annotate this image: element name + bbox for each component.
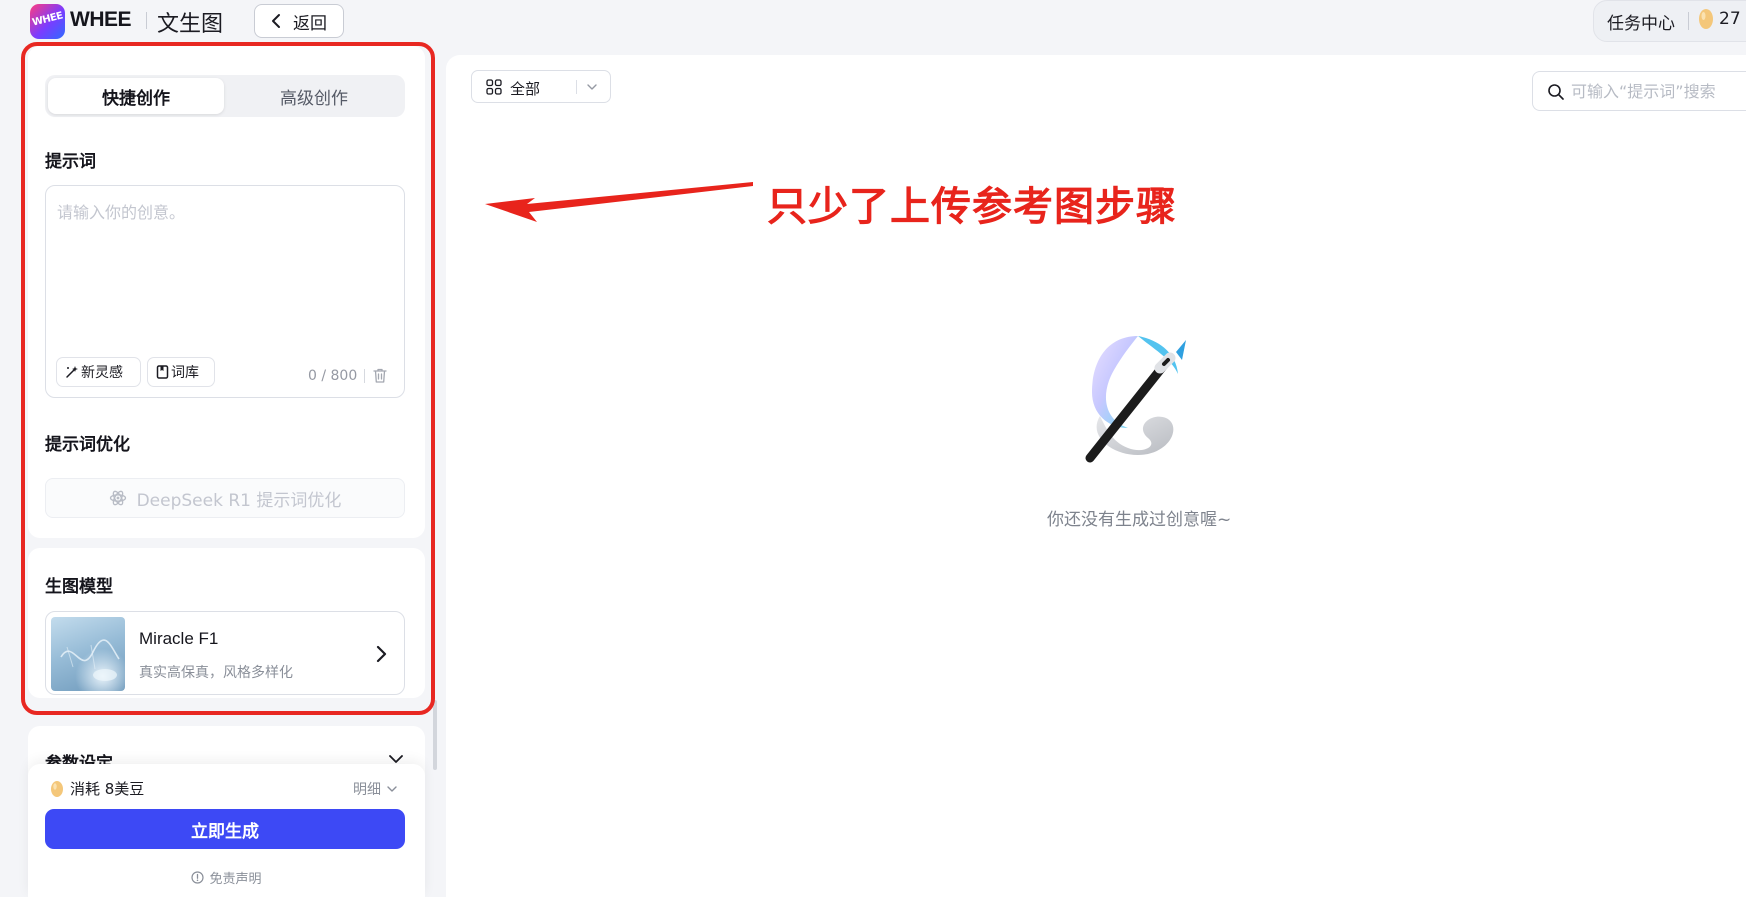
generate-button[interactable]: 立即生成	[45, 809, 405, 849]
chevron-down-icon	[587, 84, 597, 90]
page-title: 文生图	[157, 12, 224, 37]
arrow-left-icon	[485, 182, 753, 222]
back-button[interactable]: 返回	[254, 4, 344, 38]
whee-logo[interactable]: WHEE	[30, 4, 65, 39]
generate-footer: 消耗 8美豆 明细 立即生成 免责声明	[28, 764, 425, 897]
detail-label: 明细	[353, 782, 381, 798]
search-box	[1532, 71, 1746, 111]
bean-count: 27	[1719, 9, 1741, 29]
filter-label: 全部	[510, 80, 541, 98]
bean-icon	[1699, 9, 1713, 29]
disclaimer-label: 免责声明	[209, 872, 262, 887]
empty-state-illustration	[1085, 336, 1186, 463]
cost-label: 消耗 8美豆	[70, 780, 145, 798]
info-icon	[191, 871, 205, 884]
cost-detail-toggle[interactable]: 明细	[353, 779, 398, 799]
brand-name: WHEE	[70, 8, 132, 31]
divider	[576, 80, 577, 94]
highlight-frame	[21, 42, 435, 715]
category-filter-select[interactable]: 全部	[471, 70, 611, 103]
chevron-left-icon	[272, 14, 280, 28]
chevron-down-icon	[387, 786, 397, 792]
divider	[146, 12, 147, 29]
empty-state-text: 你还没有生成过创意喔~	[1047, 510, 1232, 530]
cost-info: 消耗 8美豆	[50, 778, 144, 799]
grid-icon	[486, 79, 502, 95]
task-center-link[interactable]: 任务中心	[1607, 9, 1675, 34]
sidebar-scrollbar[interactable]	[433, 700, 437, 770]
bean-icon	[51, 780, 63, 797]
search-input[interactable]	[1571, 78, 1743, 104]
top-bar: WHEE WHEE 文生图 返回 任务中心 27	[0, 0, 1746, 42]
annotation-text: 只少了上传参考图步骤	[767, 184, 1177, 230]
divider	[1688, 12, 1689, 30]
back-label: 返回	[293, 13, 327, 34]
logo-text: WHEE	[31, 10, 64, 29]
search-icon	[1548, 84, 1564, 100]
disclaimer-link[interactable]: 免责声明	[28, 868, 425, 887]
bean-balance[interactable]: 27	[1698, 8, 1741, 30]
